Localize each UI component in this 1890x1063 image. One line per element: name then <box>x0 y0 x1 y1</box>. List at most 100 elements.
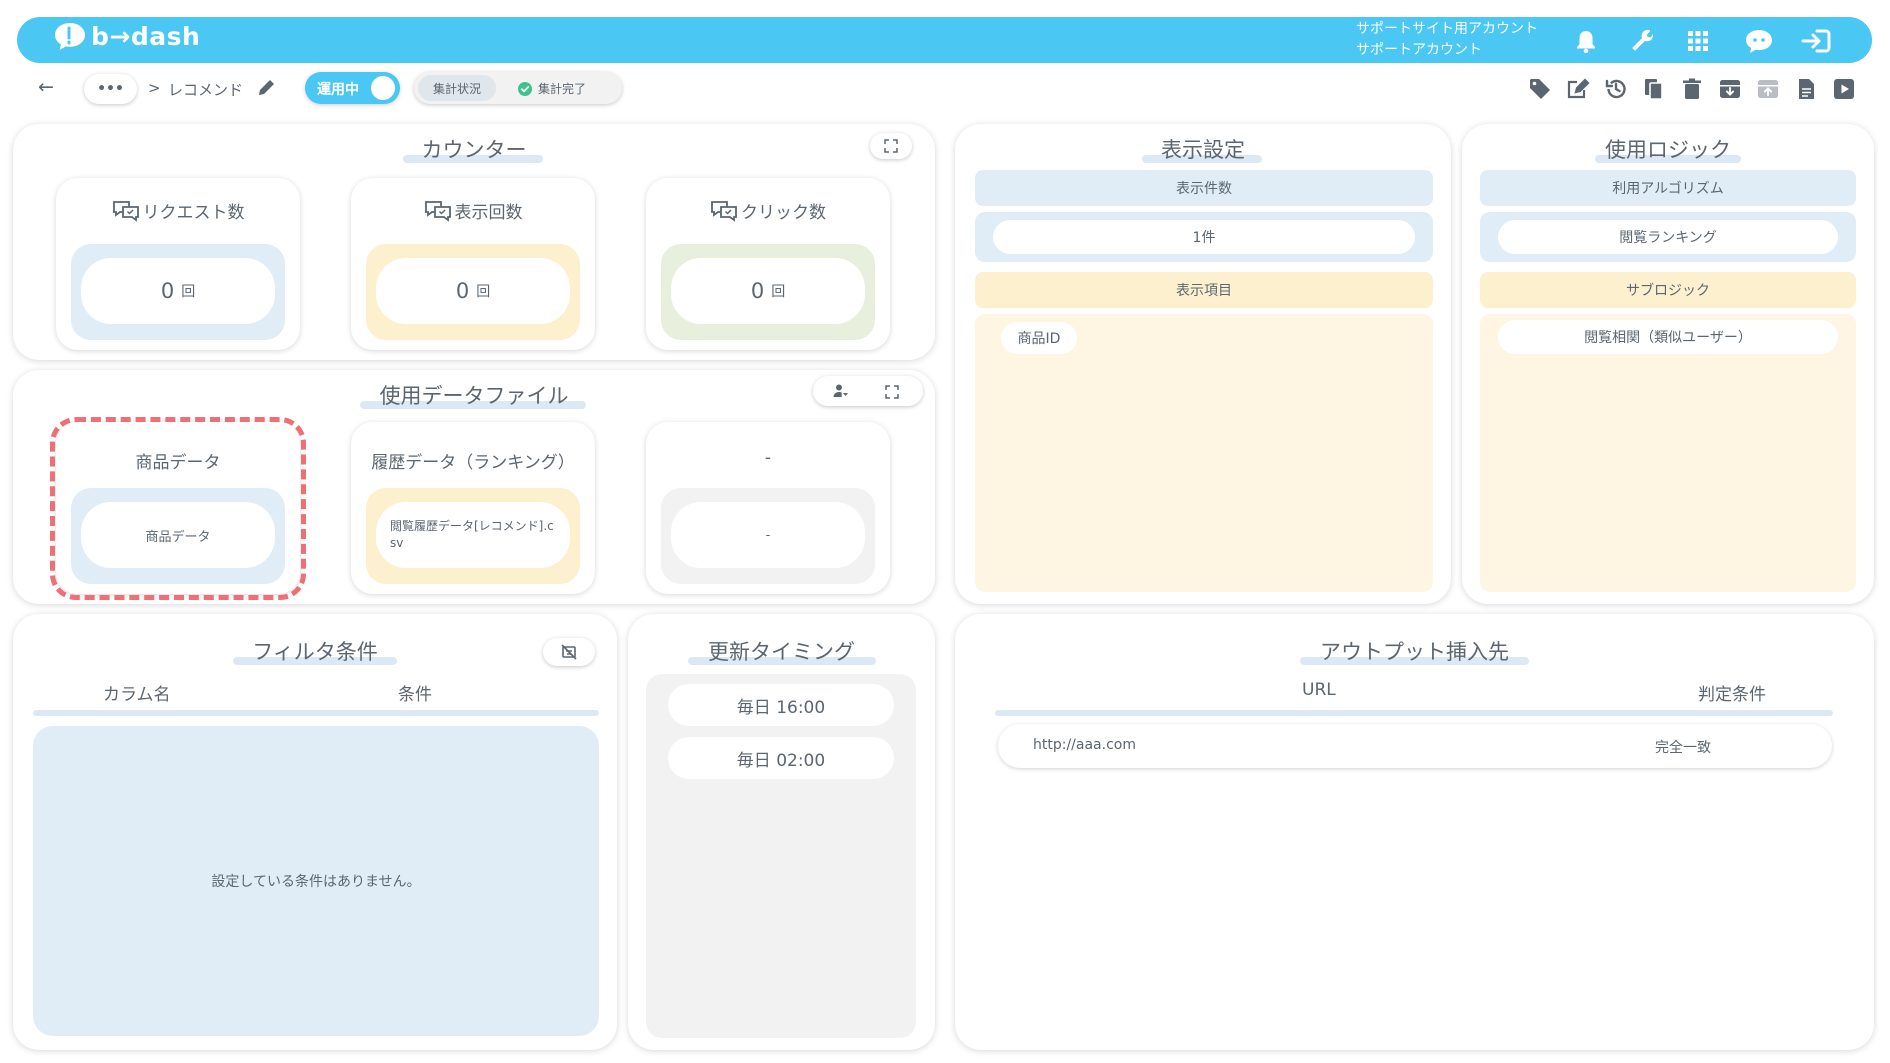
play-icon[interactable] <box>1831 76 1857 102</box>
datafile-value-box: - <box>661 488 875 584</box>
display-count-value: 1件 <box>993 220 1415 254</box>
counter-item-click: クリック数 0回 <box>646 178 890 350</box>
aggregation-status-value: 集計完了 <box>538 82 587 96</box>
datafile-label: - <box>764 448 772 468</box>
archive-up-icon[interactable] <box>1755 76 1781 102</box>
bell-icon[interactable] <box>1572 27 1600 55</box>
output-row-url: http://aaa.com <box>1033 737 1136 753</box>
status-toggle-label: 運用中 <box>317 82 359 98</box>
filter-title: フィルタ条件 <box>252 640 378 664</box>
algorithm-box: 閲覧ランキング <box>1480 212 1856 262</box>
counter-label-display: 表示回数 <box>351 198 595 223</box>
more-breadcrumb-button[interactable]: ••• <box>84 74 137 104</box>
output-row[interactable]: http://aaa.com 完全一致 <box>998 724 1832 768</box>
counter-label-request: リクエスト数 <box>56 198 300 223</box>
chat-bubbles-icon <box>112 201 139 222</box>
chat-bot-icon[interactable] <box>1742 27 1776 55</box>
counter-value-request: 0回 <box>81 258 275 324</box>
aggregation-status-label: 集計状況 <box>418 75 496 101</box>
timing-card: 更新タイミング 毎日 16:00 毎日 02:00 <box>628 614 935 1050</box>
datafile-value: - <box>671 502 865 568</box>
algorithm-value: 閲覧ランキング <box>1498 220 1838 254</box>
tag-icon[interactable] <box>1527 76 1553 102</box>
datafile-value-box: 閲覧履歴データ[レコメンド].csv <box>366 488 580 584</box>
check-circle-icon <box>518 81 532 100</box>
counter-value-box: 0回 <box>366 244 580 340</box>
filter-header-divider <box>33 710 599 716</box>
page-name: レコメンド <box>168 81 244 99</box>
edit-note-icon[interactable] <box>1565 76 1591 102</box>
algorithm-header: 利用アルゴリズム <box>1480 170 1856 206</box>
counter-label-text: リクエスト数 <box>142 203 245 223</box>
toggle-knob <box>371 76 395 100</box>
timing-list: 毎日 16:00 毎日 02:00 <box>646 674 916 1038</box>
sublogic-header: サブロジック <box>1480 272 1856 308</box>
logo-bubble-icon <box>55 23 85 50</box>
timing-item: 毎日 02:00 <box>668 737 894 779</box>
b-dash-logo[interactable]: b→dash <box>53 21 200 51</box>
filter-condition-header: 条件 <box>398 685 432 705</box>
filter-column-header: カラム名 <box>103 685 171 705</box>
counter-value-click: 0回 <box>671 258 865 324</box>
counter-item-request: リクエスト数 0回 <box>56 178 300 350</box>
timing-title: 更新タイミング <box>708 640 855 664</box>
output-header-divider <box>995 710 1833 716</box>
pencil-icon[interactable] <box>257 77 277 101</box>
grid-icon[interactable] <box>1684 27 1712 55</box>
sublogic-box: 閲覧相関（類似ユーザー） <box>1480 314 1856 592</box>
datafile-label: 履歴データ（ランキング） <box>371 453 575 473</box>
chat-bubbles-icon <box>711 201 737 222</box>
logout-icon[interactable] <box>1799 27 1833 55</box>
datafile-item-history[interactable]: 履歴データ（ランキング） 閲覧履歴データ[レコメンド].csv <box>351 422 595 594</box>
output-row-condition: 完全一致 <box>1655 740 1711 756</box>
display-count-box: 1件 <box>975 212 1433 262</box>
status-toggle[interactable]: 運用中 <box>305 72 400 104</box>
filter-card: フィルタ条件 カラム名 条件 設定している条件はありません。 <box>13 614 617 1050</box>
datafile-card: 使用データファイル 商品データ 商品データ 履歴データ（ランキング） 閲覧履歴デ… <box>13 370 935 604</box>
account-line-2: サポートアカウント <box>1356 42 1482 58</box>
highlight-frame <box>50 417 306 600</box>
output-url-header: URL <box>1302 680 1336 700</box>
output-card: アウトプット挿入先 URL 判定条件 http://aaa.com 完全一致 <box>955 614 1874 1050</box>
account-line-1: サポートサイト用アカウント <box>1356 21 1538 37</box>
top-app-bar: b→dash サポートサイト用アカウント サポートアカウント <box>17 17 1872 63</box>
breadcrumb-separator: > <box>148 79 161 97</box>
filter-empty-message: 設定している条件はありません。 <box>211 874 421 890</box>
sublogic-value: 閲覧相関（類似ユーザー） <box>1498 320 1838 354</box>
counter-value-display: 0回 <box>376 258 570 324</box>
datafile-value: 閲覧履歴データ[レコメンド].csv <box>376 502 570 568</box>
logo-text: b→dash <box>91 21 201 51</box>
output-condition-header: 判定条件 <box>1698 685 1766 705</box>
document-icon[interactable] <box>1793 76 1819 102</box>
logic-title: 使用ロジック <box>1605 138 1731 162</box>
counter-card: カウンター リクエスト数 0回 表示回数 0回 クリック数 0回 <box>13 124 935 360</box>
counter-item-display: 表示回数 0回 <box>351 178 595 350</box>
output-title: アウトプット挿入先 <box>1320 640 1509 664</box>
account-info[interactable]: サポートサイト用アカウント サポートアカウント <box>1356 19 1538 61</box>
trash-icon[interactable] <box>1679 76 1705 102</box>
chat-bubbles-icon <box>424 201 451 222</box>
copy-icon[interactable] <box>1641 76 1667 102</box>
counter-label-text: クリック数 <box>741 203 826 223</box>
wrench-icon[interactable] <box>1628 27 1656 55</box>
display-settings-title: 表示設定 <box>1161 138 1245 162</box>
counter-value-box: 0回 <box>71 244 285 340</box>
counter-value-box: 0回 <box>661 244 875 340</box>
archive-down-icon[interactable] <box>1717 76 1743 102</box>
logic-card: 使用ロジック 利用アルゴリズム 閲覧ランキング サブロジック 閲覧相関（類似ユー… <box>1462 124 1874 604</box>
datafile-item-empty[interactable]: - - <box>646 422 890 594</box>
filter-empty-area: 設定している条件はありません。 <box>33 726 599 1036</box>
counter-label-text: 表示回数 <box>454 203 523 223</box>
display-count-header: 表示件数 <box>975 170 1433 206</box>
aggregation-status: 集計状況 集計完了 <box>414 72 622 104</box>
display-item-chip: 商品ID <box>1001 322 1077 354</box>
back-arrow-icon[interactable]: ← <box>38 76 54 98</box>
counter-title: カウンター <box>421 138 527 162</box>
counter-label-click: クリック数 <box>646 198 890 223</box>
timing-item: 毎日 16:00 <box>668 684 894 726</box>
history-icon[interactable] <box>1603 76 1629 102</box>
display-items-header: 表示項目 <box>975 272 1433 308</box>
display-settings-card: 表示設定 表示件数 1件 表示項目 商品ID <box>955 124 1451 604</box>
datafile-title: 使用データファイル <box>379 384 569 408</box>
display-items-box: 商品ID <box>975 314 1433 592</box>
